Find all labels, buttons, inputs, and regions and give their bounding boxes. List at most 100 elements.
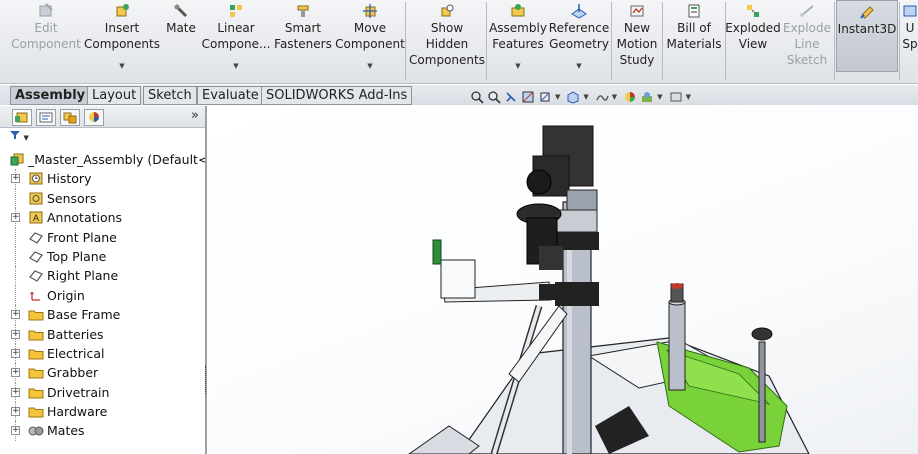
tree-item-grabber[interactable]: + Grabber bbox=[0, 363, 205, 383]
secondary-camera-part[interactable] bbox=[516, 203, 563, 270]
section-view-icon[interactable] bbox=[521, 90, 535, 104]
ribbon-separator bbox=[486, 2, 487, 80]
mate-button[interactable]: Mate bbox=[162, 0, 200, 82]
tree-item-history[interactable]: + History bbox=[0, 169, 205, 189]
command-manager-ribbon: Edit Component Insert Components ▼ Mate … bbox=[0, 0, 918, 84]
explode-line-sketch-button[interactable]: Explode Line Sketch bbox=[782, 0, 832, 82]
expand-toggle[interactable]: + bbox=[11, 387, 20, 397]
insert-components-button[interactable]: Insert Components ▼ bbox=[84, 0, 160, 82]
display-style-icon[interactable] bbox=[595, 90, 609, 104]
tree-item-drivetrain[interactable]: + Drivetrain bbox=[0, 382, 205, 403]
motion-study-icon bbox=[630, 5, 644, 17]
display-style-dropdown-arrow[interactable]: ▼ bbox=[612, 93, 617, 101]
scene-icon[interactable] bbox=[640, 90, 654, 104]
dynamic-annotation-icon[interactable] bbox=[538, 90, 552, 104]
tree-items: + History Sensors + A Annotations Front Plane T… bbox=[0, 169, 205, 441]
tree-item-front-plane[interactable]: Front Plane bbox=[0, 227, 205, 247]
reference-geometry-dropdown-arrow[interactable]: ▼ bbox=[576, 58, 581, 74]
move-component-icon bbox=[363, 4, 377, 18]
exploded-view-button[interactable]: Exploded View bbox=[725, 0, 781, 82]
tab-solidworks-add-ins[interactable]: SOLIDWORKS Add-Ins bbox=[261, 86, 413, 105]
move-component-dropdown-arrow[interactable]: ▼ bbox=[367, 58, 372, 74]
assembly-features-dropdown-arrow[interactable]: ▼ bbox=[515, 58, 520, 74]
appearance-icon[interactable] bbox=[623, 90, 637, 104]
instant3d-button[interactable]: Instant3D bbox=[836, 0, 898, 72]
expand-toggle[interactable]: + bbox=[11, 329, 20, 339]
instant3d-icon bbox=[860, 6, 874, 19]
tree-item-sensors[interactable]: Sensors bbox=[0, 188, 205, 209]
tree-item-electrical[interactable]: + Electrical bbox=[0, 343, 205, 364]
display-manager-icon bbox=[89, 112, 99, 122]
tree-item-origin[interactable]: Origin bbox=[0, 285, 205, 306]
sensor-post-part[interactable] bbox=[668, 283, 686, 391]
view-settings-dropdown-arrow[interactable]: ▼ bbox=[686, 93, 691, 101]
expand-toggle[interactable]: + bbox=[11, 407, 20, 417]
tab-assembly[interactable]: Assembly bbox=[10, 86, 91, 105]
configuration-manager-tab[interactable] bbox=[60, 109, 80, 126]
tree-item-hardware[interactable]: + Hardware bbox=[0, 402, 205, 422]
graphics-area[interactable] bbox=[209, 106, 918, 454]
tree-item-mates[interactable]: + Mates bbox=[0, 421, 205, 441]
collapse-panel-button[interactable]: » bbox=[191, 108, 199, 123]
bill-of-materials-button[interactable]: Bill of Materials bbox=[665, 0, 723, 82]
feature-tree: _Master_Assembly (Default<D + History Sens… bbox=[0, 150, 205, 441]
exploded-view-icon bbox=[747, 5, 759, 17]
previous-view-icon[interactable] bbox=[504, 90, 518, 104]
tree-item-top-plane[interactable]: Top Plane bbox=[0, 246, 205, 267]
tab-sketch[interactable]: Sketch bbox=[143, 86, 197, 105]
tree-item-base-frame[interactable]: + Base Frame bbox=[0, 305, 205, 325]
tree-item-label: Batteries bbox=[47, 326, 104, 342]
tab-evaluate[interactable]: Evaluate bbox=[197, 86, 264, 105]
folder-icon bbox=[28, 407, 44, 418]
expand-toggle[interactable]: + bbox=[11, 368, 20, 378]
expand-toggle[interactable]: + bbox=[11, 426, 20, 436]
folder-icon bbox=[28, 368, 44, 379]
new-motion-study-button[interactable]: New Motion Study bbox=[614, 0, 660, 82]
feature-manager-tab[interactable] bbox=[12, 109, 32, 126]
tree-item-batteries[interactable]: + Batteries bbox=[0, 324, 205, 344]
property-manager-tab[interactable] bbox=[36, 109, 56, 126]
expand-toggle[interactable]: + bbox=[11, 213, 20, 223]
display-manager-tab[interactable] bbox=[84, 109, 104, 126]
explode-line-sketch-icon bbox=[800, 5, 814, 17]
assembly-features-icon bbox=[511, 4, 525, 17]
filter-dropdown-arrow[interactable]: ▼ bbox=[24, 134, 29, 142]
update-speedpak-icon bbox=[903, 5, 917, 17]
tree-item-right-plane[interactable]: Right Plane bbox=[0, 266, 205, 286]
tab-layout[interactable]: Layout bbox=[87, 86, 142, 105]
feature-tree-icon bbox=[15, 112, 28, 123]
edit-component-button[interactable]: Edit Component bbox=[10, 0, 82, 82]
show-hidden-components-button[interactable]: Show Hidden Components bbox=[409, 0, 485, 82]
tree-connector-line bbox=[15, 285, 16, 306]
view-settings-icon[interactable] bbox=[669, 90, 683, 104]
smart-fasteners-icon bbox=[297, 5, 309, 17]
reference-geometry-button[interactable]: Reference Geometry ▼ bbox=[549, 0, 609, 82]
filter-icon bbox=[10, 131, 20, 139]
smart-fasteners-button[interactable]: Smart Fasteners bbox=[272, 0, 334, 82]
orientation-dropdown-arrow[interactable]: ▼ bbox=[583, 93, 588, 101]
tree-item-label: Annotations bbox=[47, 210, 123, 226]
zoom-to-fit-icon[interactable] bbox=[470, 90, 484, 104]
linear-component-pattern-button[interactable]: Linear Compone... ▼ bbox=[202, 0, 270, 82]
tree-item-annotations[interactable]: + A Annotations bbox=[0, 208, 205, 228]
expand-toggle[interactable]: + bbox=[11, 310, 20, 320]
expand-toggle[interactable]: + bbox=[11, 348, 20, 358]
expand-toggle[interactable]: + bbox=[11, 174, 20, 184]
zoom-to-area-icon[interactable] bbox=[487, 90, 501, 104]
filter-row[interactable]: ▼ bbox=[10, 130, 29, 146]
scene-dropdown-arrow[interactable]: ▼ bbox=[657, 93, 662, 101]
insert-components-dropdown-arrow[interactable]: ▼ bbox=[119, 58, 124, 74]
view-dropdown-arrow[interactable]: ▼ bbox=[555, 93, 560, 101]
update-speedpak-button[interactable]: U Sp bbox=[902, 0, 918, 82]
linear-pattern-dropdown-arrow[interactable]: ▼ bbox=[233, 58, 238, 74]
tree-connector-line bbox=[15, 266, 16, 286]
mates-icon bbox=[28, 426, 44, 436]
folder-icon bbox=[28, 310, 44, 321]
annotations-icon: A bbox=[29, 211, 43, 224]
tree-item-label: History bbox=[47, 171, 92, 187]
move-component-button[interactable]: Move Component ▼ bbox=[335, 0, 405, 82]
tree-root-assembly[interactable]: _Master_Assembly (Default<D bbox=[0, 150, 205, 169]
view-orientation-icon[interactable] bbox=[566, 90, 580, 104]
assembly-features-button[interactable]: Assembly Features ▼ bbox=[489, 0, 547, 82]
assembly-icon bbox=[10, 153, 24, 166]
